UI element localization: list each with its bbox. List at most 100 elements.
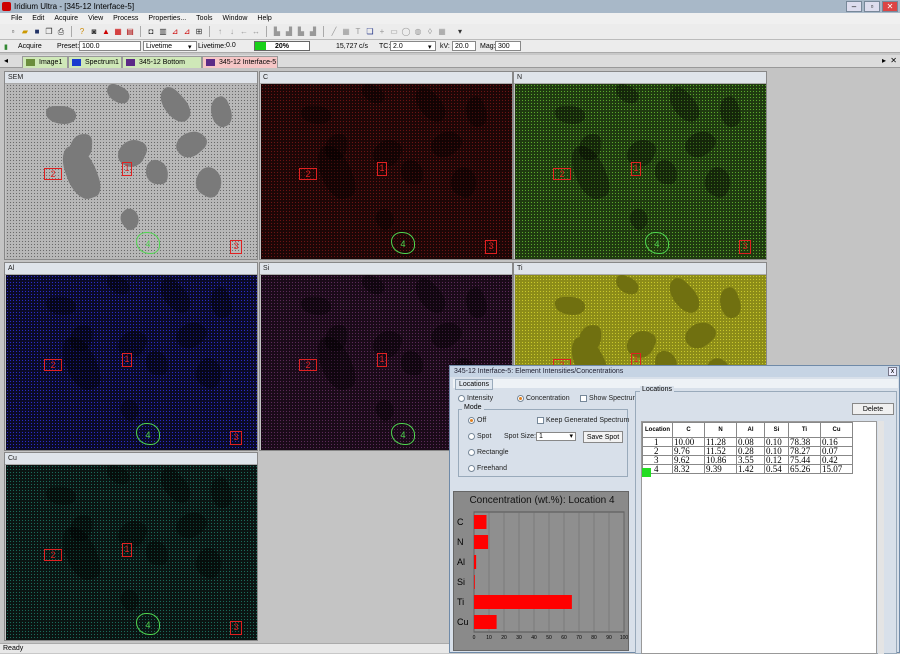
tab-scroll-right-icon[interactable]: ▸ xyxy=(882,56,886,65)
tab-locations[interactable]: Locations xyxy=(455,379,493,390)
text-tool-icon[interactable]: T xyxy=(353,27,363,37)
copy-icon[interactable]: ❐ xyxy=(44,27,54,37)
off-radio[interactable] xyxy=(468,417,475,424)
location-marker-1[interactable]: 1 xyxy=(631,162,641,176)
line-scan-icon[interactable]: ▥ xyxy=(158,27,168,37)
column-header[interactable]: Al xyxy=(736,422,765,438)
camera-icon[interactable]: ◙ xyxy=(89,27,99,37)
map-panel-al[interactable]: Al 2 1 3 4 xyxy=(4,262,258,451)
toolbar-overflow-icon[interactable]: ▾ xyxy=(455,27,465,37)
sem-image[interactable]: 2 1 3 4 xyxy=(6,84,257,259)
cu-map-image[interactable]: 2 1 3 4 xyxy=(6,465,257,640)
rectangle-tool-icon[interactable]: ▭ xyxy=(389,27,399,37)
freehand-radio[interactable] xyxy=(468,465,475,472)
concentration-radio[interactable] xyxy=(517,395,524,402)
menu-file[interactable]: File xyxy=(6,15,27,22)
tab-interface-5[interactable]: 345-12 Interface-5 xyxy=(202,56,278,68)
c-map-image[interactable]: 2 1 3 4 xyxy=(261,84,512,259)
histogram-3-icon[interactable]: ▙ xyxy=(296,27,306,37)
show-spectrum-checkbox[interactable] xyxy=(580,395,587,402)
location-marker-1[interactable]: 1 xyxy=(122,162,132,176)
location-marker-3[interactable]: 3 xyxy=(230,240,242,254)
preset-field[interactable]: 100.0 xyxy=(79,41,141,51)
arrows-horizontal-icon[interactable]: ↔ xyxy=(251,27,261,37)
map-panel-c[interactable]: C 2 1 3 4 xyxy=(259,71,513,260)
menu-edit[interactable]: Edit xyxy=(27,15,49,22)
chevron-down-icon[interactable]: ▾ xyxy=(428,43,432,51)
dialog-close-button[interactable]: x xyxy=(888,367,897,376)
histogram-icon[interactable]: ▙ xyxy=(272,27,282,37)
menu-process[interactable]: Process xyxy=(108,15,143,22)
location-marker-3[interactable]: 3 xyxy=(230,431,242,445)
location-marker-2[interactable]: 2 xyxy=(553,168,571,180)
menu-view[interactable]: View xyxy=(83,15,108,22)
location-marker-1[interactable]: 1 xyxy=(377,353,387,367)
location-marker-4[interactable]: 4 xyxy=(136,232,160,254)
mag-field[interactable]: 300 xyxy=(495,41,521,51)
table-icon[interactable]: ▦ xyxy=(341,27,351,37)
location-marker-2[interactable]: 2 xyxy=(299,168,317,180)
freehand-tool-icon[interactable]: ◍ xyxy=(413,27,423,37)
save-icon[interactable]: ■ xyxy=(32,27,42,37)
menu-tools[interactable]: Tools xyxy=(191,15,217,22)
location-marker-4[interactable]: 4 xyxy=(645,232,669,254)
arrow-up-icon[interactable]: ↑ xyxy=(215,27,225,37)
map-panel-cu[interactable]: Cu 2 1 3 4 xyxy=(4,452,258,641)
rectangle-radio[interactable] xyxy=(468,449,475,456)
table-row[interactable]: 4 8.32 9.39 1.42 0.54 65.26 15.07 xyxy=(642,464,853,474)
close-icon[interactable]: ✕ xyxy=(890,56,897,65)
n-map-image[interactable]: 2 1 3 4 xyxy=(515,84,766,259)
menu-properties[interactable]: Properties... xyxy=(143,15,191,22)
tab-bottom-layer[interactable]: 345-12 Bottom Layer xyxy=(122,56,202,77)
vertical-scrollbar[interactable] xyxy=(878,421,884,654)
overlay-icon[interactable]: ⊞ xyxy=(194,27,204,37)
minimize-button[interactable]: – xyxy=(846,1,862,12)
arrow-down-icon[interactable]: ↓ xyxy=(227,27,237,37)
keep-generated-checkbox[interactable] xyxy=(537,417,544,424)
column-header[interactable]: Si xyxy=(764,422,789,438)
new-icon[interactable]: ▫ xyxy=(8,27,18,37)
save-spot-button[interactable]: Save Spot xyxy=(583,431,623,443)
locations-grid[interactable]: Location C N Al Si Ti Cu 1 10.00 11.28 0.08 0.10 78.… xyxy=(641,421,877,654)
multi-spectrum-icon[interactable]: ⊿ xyxy=(182,27,192,37)
location-marker-1[interactable]: 1 xyxy=(377,162,387,176)
location-marker-3[interactable]: 3 xyxy=(485,240,497,254)
location-marker-2[interactable]: 2 xyxy=(44,549,62,561)
open-icon[interactable]: ▰ xyxy=(20,27,30,37)
windows-icon[interactable]: ❏ xyxy=(365,27,375,37)
drop-icon[interactable]: ◊ xyxy=(425,27,435,37)
tab-image1[interactable]: Image1 xyxy=(22,56,68,68)
map-icon[interactable]: ▦ xyxy=(113,27,123,37)
crosshair-icon[interactable]: + xyxy=(377,27,387,37)
column-header[interactable]: C xyxy=(672,422,705,438)
location-marker-4[interactable]: 4 xyxy=(136,613,160,635)
arrow-left-icon[interactable]: ← xyxy=(239,27,249,37)
close-button[interactable]: ✕ xyxy=(882,1,898,12)
column-header[interactable]: N xyxy=(704,422,737,438)
image-icon[interactable]: ◘ xyxy=(146,27,156,37)
line-tool-icon[interactable]: ╱ xyxy=(329,27,339,37)
location-marker-4[interactable]: 4 xyxy=(391,423,415,445)
maximize-button[interactable]: ▫ xyxy=(864,1,880,12)
print-icon[interactable]: ⎙ xyxy=(56,27,66,37)
map-panel-sem[interactable]: SEM 2 1 3 4 xyxy=(4,71,258,260)
acquire-icon[interactable]: ▮ xyxy=(4,43,8,51)
location-marker-1[interactable]: 1 xyxy=(122,353,132,367)
spectrum-icon[interactable]: ▲ xyxy=(101,27,111,37)
location-marker-3[interactable]: 3 xyxy=(230,621,242,635)
location-marker-1[interactable]: 1 xyxy=(122,543,132,557)
tab-scroll-left-icon[interactable]: ◂ xyxy=(4,56,8,65)
menu-acquire[interactable]: Acquire xyxy=(49,15,83,22)
spot-radio[interactable] xyxy=(468,433,475,440)
column-header[interactable]: Location xyxy=(642,422,673,438)
spot-size-select[interactable]: 1 ▾ xyxy=(536,432,576,441)
tab-spectrum1[interactable]: Spectrum1 xyxy=(68,56,122,68)
location-marker-4[interactable]: 4 xyxy=(136,423,160,445)
acquire-button[interactable]: Acquire xyxy=(18,43,42,50)
map-panel-n[interactable]: N 2 1 3 4 xyxy=(513,71,767,260)
column-header[interactable]: Cu xyxy=(820,422,853,438)
al-map-image[interactable]: 2 1 3 4 xyxy=(6,275,257,450)
location-marker-2[interactable]: 2 xyxy=(44,359,62,371)
menu-window[interactable]: Window xyxy=(218,15,253,22)
chevron-down-icon[interactable]: ▾ xyxy=(188,43,192,51)
